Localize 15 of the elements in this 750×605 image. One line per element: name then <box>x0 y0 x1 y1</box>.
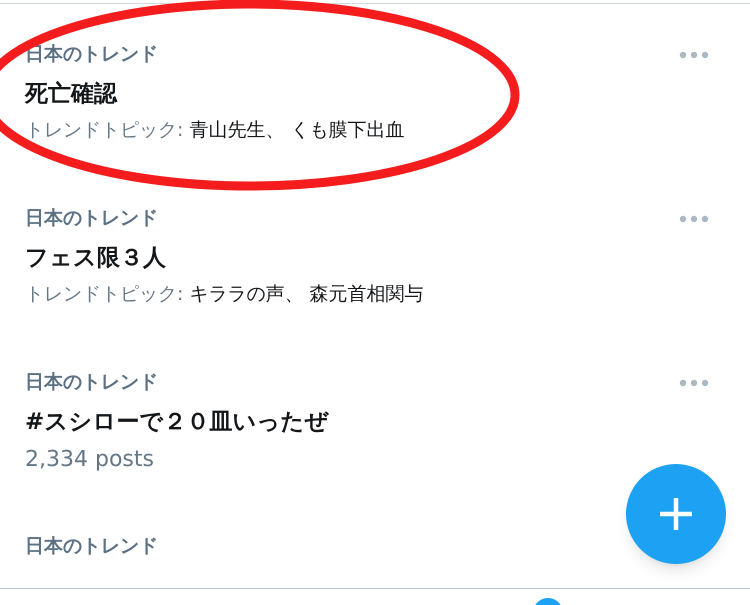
topics-label: トレンドトピック: <box>25 118 184 143</box>
topics-label: トレンドトピック: <box>25 282 184 307</box>
more-icon[interactable] <box>679 51 709 59</box>
trend-topics: 青山先生、 くも膜下出血 <box>189 118 404 143</box>
trend-topics: キララの声、 森元首相関与 <box>189 282 424 307</box>
plus-icon <box>658 496 694 532</box>
trend-title[interactable]: #スシローで２０皿いったぜ <box>25 407 328 437</box>
trend-title[interactable]: フェス限３人 <box>25 243 166 273</box>
trend-context: 日本のトレンド <box>25 534 158 559</box>
trend-context: 日本のトレンド <box>25 370 158 395</box>
more-icon[interactable] <box>679 379 709 387</box>
trend-title[interactable]: 死亡確認 <box>25 79 117 109</box>
more-icon[interactable] <box>679 215 709 223</box>
post-count: 2,334 posts <box>25 446 154 474</box>
trend-context: 日本のトレンド <box>25 206 158 231</box>
